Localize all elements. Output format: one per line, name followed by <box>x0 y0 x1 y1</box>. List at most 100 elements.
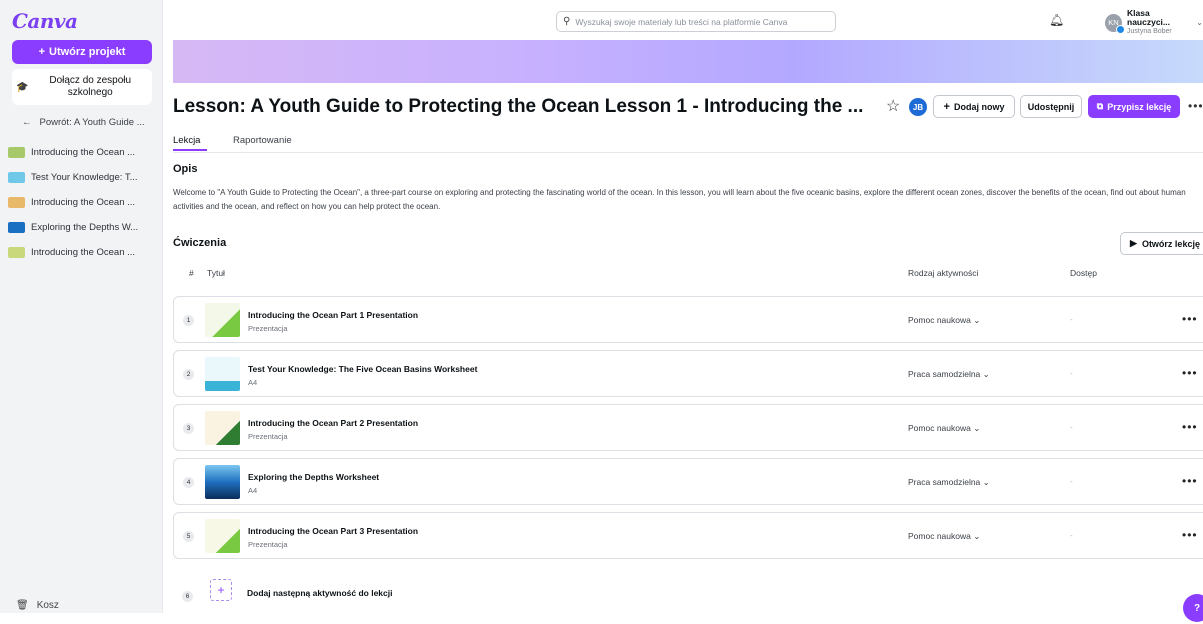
col-access: Dostęp <box>1070 268 1097 278</box>
table-row[interactable]: 1 Introducing the Ocean Part 1 Presentat… <box>173 296 1203 343</box>
row-number: 2 <box>183 369 194 380</box>
table-row[interactable]: 5 Introducing the Ocean Part 3 Presentat… <box>173 512 1203 559</box>
activity-type-select[interactable]: Pomoc naukowa ⌄ <box>908 423 980 434</box>
lesson-banner <box>173 40 1203 83</box>
table-row[interactable]: 3 Introducing the Ocean Part 2 Presentat… <box>173 404 1203 451</box>
chevron-down-icon: ⌄ <box>973 423 981 433</box>
sidebar-item[interactable]: Introducing the Ocean ... <box>8 240 158 265</box>
access-value: - <box>1070 477 1073 486</box>
account-text: Klasa nauczyci... Justyna Bober <box>1127 9 1191 36</box>
row-more-icon[interactable]: ••• <box>1182 312 1198 326</box>
table-row[interactable]: 2 Test Your Knowledge: The Five Ocean Ba… <box>173 350 1203 397</box>
more-options-icon[interactable]: ••• <box>1188 99 1203 113</box>
tab-reporting[interactable]: Raportowanie <box>233 133 292 151</box>
row-thumbnail <box>205 411 240 445</box>
account-user: Justyna Bober <box>1127 28 1172 35</box>
row-number: 4 <box>183 477 194 488</box>
tab-lesson[interactable]: Lekcja <box>173 133 207 151</box>
row-number: 1 <box>183 315 194 326</box>
collaborator-avatar[interactable]: JB <box>909 98 927 116</box>
add-new-label: Dodaj nowy <box>953 101 1005 112</box>
avatar: KN <box>1105 13 1125 34</box>
activity-type-value: Pomoc naukowa <box>908 315 971 325</box>
star-icon[interactable]: ☆ <box>886 96 900 116</box>
activity-type-value: Praca samodzielna <box>908 477 981 487</box>
row-number: 3 <box>183 423 194 434</box>
open-lesson-button[interactable]: ▶ Otwórz lekcję <box>1120 232 1203 255</box>
assign-label: Przypisz lekcję <box>1107 101 1172 112</box>
assign-lesson-button[interactable]: ⧉ Przypisz lekcję <box>1088 95 1180 118</box>
sidebar-item[interactable]: Introducing the Ocean ... <box>8 190 158 215</box>
col-title: Tytuł <box>207 268 225 278</box>
row-more-icon[interactable]: ••• <box>1182 528 1198 542</box>
row-title[interactable]: Introducing the Ocean Part 3 Presentatio… <box>248 526 418 536</box>
assign-icon: ⧉ <box>1096 101 1104 111</box>
bell-icon[interactable]: 🔔︎ <box>1049 13 1064 27</box>
add-activity-icon: + <box>210 579 232 601</box>
tabs: Lekcja Raportowanie <box>173 133 292 151</box>
activity-type-select[interactable]: Pomoc naukowa ⌄ <box>908 315 980 326</box>
chevron-down-icon: ⌄ <box>982 369 990 379</box>
avatar-badge <box>1116 24 1125 34</box>
activity-type-select[interactable]: Pomoc naukowa ⌄ <box>908 531 980 542</box>
back-link[interactable]: ← Powrót: A Youth Guide ... <box>8 114 158 130</box>
sidebar-item-label: Test Your Knowledge: T... <box>31 172 138 183</box>
activity-type-value: Pomoc naukowa <box>908 423 971 433</box>
open-lesson-label: Otwórz lekcję <box>1141 238 1200 249</box>
join-team-button[interactable]: 🎓 Dołącz do zespołu szkolnego <box>12 69 152 105</box>
search-input[interactable]: ⚲ Wyszukaj swoje materiały lub treści na… <box>556 11 836 32</box>
tab-divider <box>173 152 1203 153</box>
chevron-down-icon: ⌄ <box>982 477 990 487</box>
sidebar-item[interactable]: Test Your Knowledge: T... <box>8 165 158 190</box>
row-more-icon[interactable]: ••• <box>1182 474 1198 488</box>
sidebar-item-thumbnail <box>8 197 25 208</box>
account-menu[interactable]: KN Klasa nauczyci... Justyna Bober ⌄ <box>1105 9 1203 36</box>
page-title: Lesson: A Youth Guide to Protecting the … <box>173 96 864 117</box>
sidebar-item-label: Introducing the Ocean ... <box>31 147 136 158</box>
help-button[interactable]: ? <box>1183 594 1203 622</box>
chevron-down-icon: ⌄ <box>973 531 981 541</box>
access-value: - <box>1070 531 1073 540</box>
sidebar-item-thumbnail <box>8 172 25 183</box>
back-label: Powrót: A Youth Guide ... <box>39 116 145 128</box>
sidebar: Canva + Utwórz projekt 🎓 Dołącz do zespo… <box>0 0 163 613</box>
graduation-cap-icon: 🎓 <box>16 81 29 93</box>
sidebar-item-label: Introducing the Ocean ... <box>31 247 136 258</box>
play-icon: ▶ <box>1130 238 1137 248</box>
add-activity-label: Dodaj następną aktywność do lekcji <box>247 588 393 598</box>
sidebar-item-thumbnail <box>8 247 25 258</box>
add-activity-row[interactable]: 6 + Dodaj następną aktywność do lekcji <box>173 579 1203 624</box>
create-project-button[interactable]: + Utwórz projekt <box>12 40 152 64</box>
table-row[interactable]: 4 Exploring the Depths Worksheet A4 Prac… <box>173 458 1203 505</box>
trash-label: Kosz <box>36 600 59 611</box>
row-number: 6 <box>182 591 193 602</box>
row-subtitle: Prezentacja <box>248 324 288 333</box>
activity-type-select[interactable]: Praca samodzielna ⌄ <box>908 477 990 488</box>
row-subtitle: Prezentacja <box>248 540 288 549</box>
row-thumbnail <box>205 357 240 391</box>
sidebar-item-thumbnail <box>8 147 25 158</box>
row-number: 5 <box>183 531 194 542</box>
activity-type-value: Praca samodzielna <box>908 369 981 379</box>
description-heading: Opis <box>173 163 198 175</box>
row-title[interactable]: Introducing the Ocean Part 2 Presentatio… <box>248 418 418 428</box>
add-new-button[interactable]: + Dodaj nowy <box>933 95 1015 118</box>
plus-icon: + <box>943 100 950 113</box>
canva-logo[interactable]: Canva <box>12 9 78 33</box>
activity-type-select[interactable]: Praca samodzielna ⌄ <box>908 369 990 380</box>
row-title[interactable]: Exploring the Depths Worksheet <box>248 472 379 482</box>
exercises-heading: Ćwiczenia <box>173 237 227 249</box>
sidebar-item[interactable]: Exploring the Depths W... <box>8 215 158 240</box>
plus-icon: + <box>38 46 46 58</box>
description-text: Welcome to "A Youth Guide to Protecting … <box>173 188 1186 211</box>
row-title[interactable]: Test Your Knowledge: The Five Ocean Basi… <box>248 364 477 374</box>
trash-link[interactable]: 🗑 Kosz <box>16 600 59 611</box>
row-more-icon[interactable]: ••• <box>1182 420 1198 434</box>
row-title[interactable]: Introducing the Ocean Part 1 Presentatio… <box>248 310 418 320</box>
row-more-icon[interactable]: ••• <box>1182 366 1198 380</box>
row-subtitle: A4 <box>248 486 258 495</box>
share-button[interactable]: Udostępnij <box>1020 95 1082 118</box>
sidebar-item[interactable]: Introducing the Ocean ... <box>8 140 158 165</box>
search-icon: ⚲ <box>563 16 571 27</box>
activity-type-value: Pomoc naukowa <box>908 531 971 541</box>
